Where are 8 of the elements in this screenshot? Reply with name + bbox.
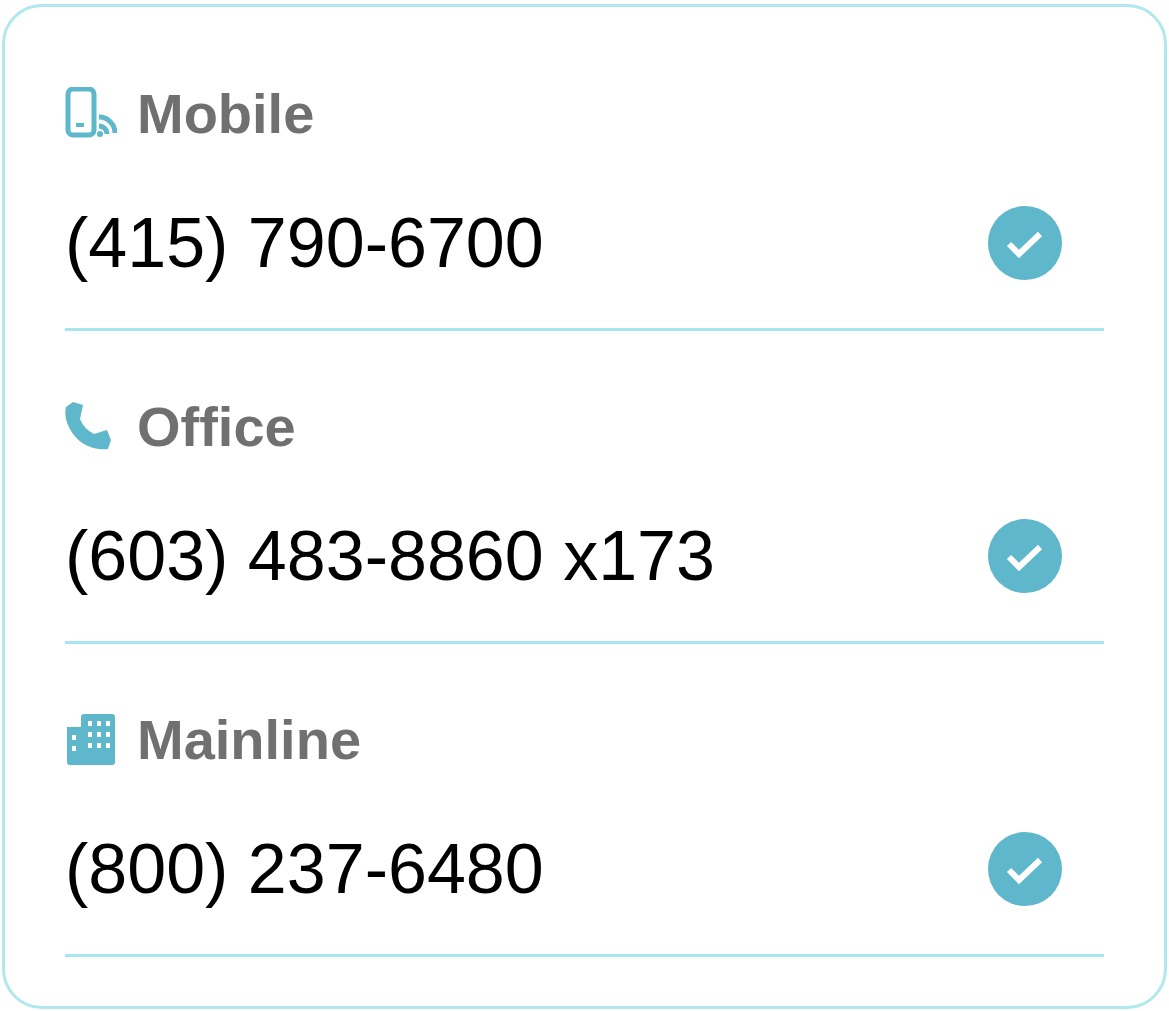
phone-type-label: Mainline	[137, 706, 362, 772]
mobile-phone-icon	[65, 87, 117, 139]
phone-number: (603) 483-8860 x173	[65, 516, 715, 596]
phone-type-label: Office	[137, 393, 296, 459]
phone-type-label: Mobile	[137, 80, 315, 146]
phone-number: (800) 237-6480	[65, 829, 544, 909]
phone-number: (415) 790-6700	[65, 203, 544, 283]
building-icon	[65, 713, 117, 765]
